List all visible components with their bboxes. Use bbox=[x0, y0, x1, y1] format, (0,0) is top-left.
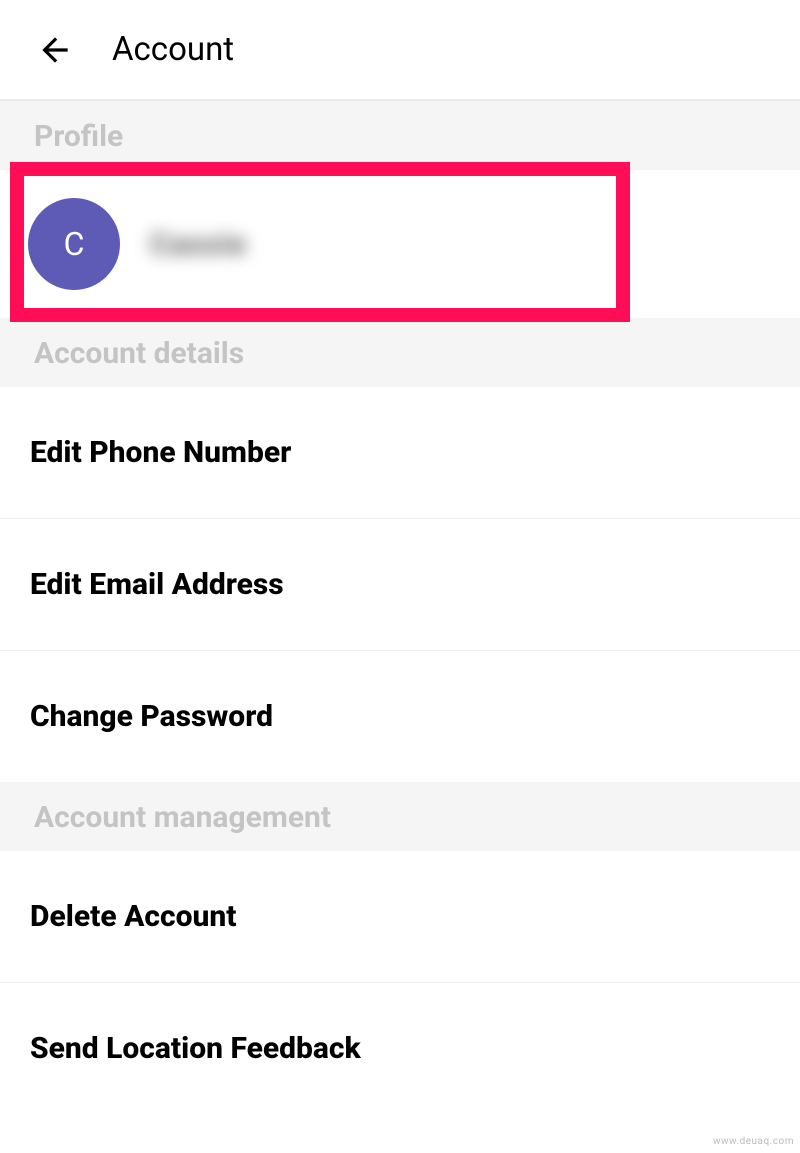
section-header-account-management: Account management bbox=[0, 782, 800, 851]
page-title: Account bbox=[112, 30, 234, 69]
edit-phone-number-item[interactable]: Edit Phone Number bbox=[0, 387, 800, 519]
section-header-account-details: Account details bbox=[0, 318, 800, 387]
change-password-item[interactable]: Change Password bbox=[0, 651, 800, 782]
delete-account-item[interactable]: Delete Account bbox=[0, 851, 800, 983]
back-button[interactable] bbox=[36, 31, 74, 69]
arrow-left-icon bbox=[36, 31, 74, 69]
profile-name: Cassie bbox=[150, 227, 247, 262]
profile-row[interactable]: C Cassie bbox=[0, 170, 800, 318]
send-location-feedback-item[interactable]: Send Location Feedback bbox=[0, 983, 800, 1114]
section-header-profile: Profile bbox=[0, 101, 800, 170]
watermark: www.deuaq.com bbox=[713, 1136, 794, 1147]
app-header: Account bbox=[0, 0, 800, 101]
edit-email-address-item[interactable]: Edit Email Address bbox=[0, 519, 800, 651]
avatar: C bbox=[28, 198, 120, 290]
